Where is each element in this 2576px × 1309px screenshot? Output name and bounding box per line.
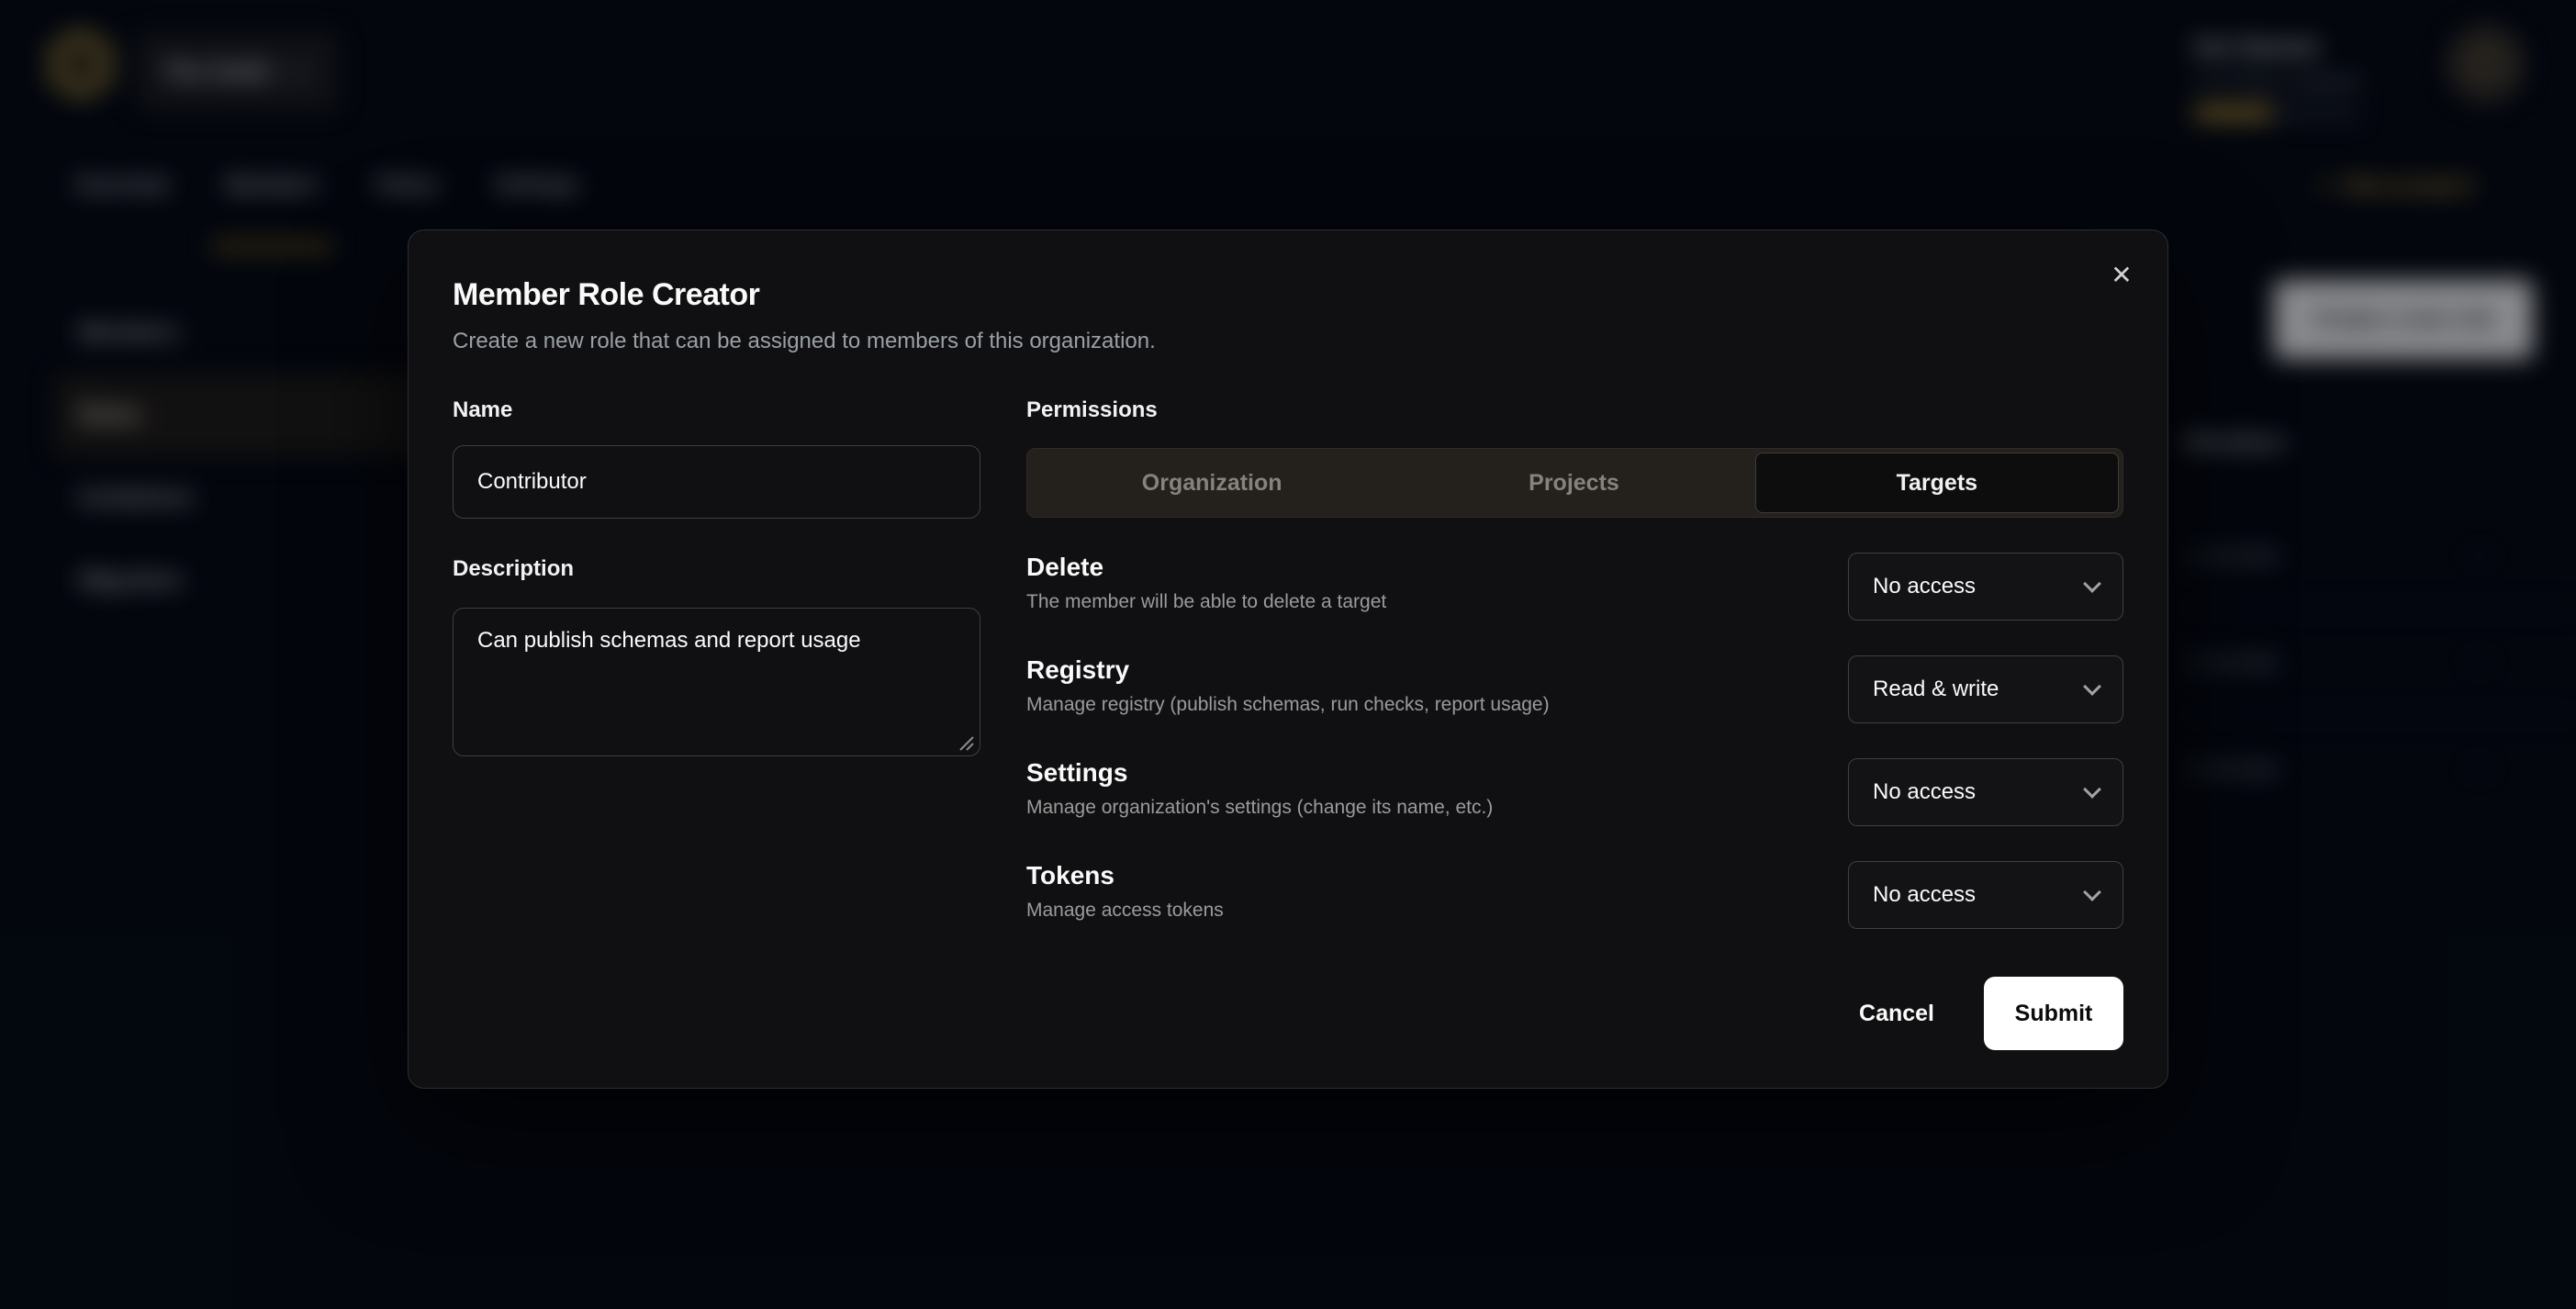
select-value: No access [1873,779,1976,805]
select-value: Read & write [1873,677,1999,702]
chevron-down-icon [2083,780,2101,799]
delete-access-select[interactable]: No access [1848,553,2123,621]
description-textarea[interactable]: Can publish schemas and report usage [453,608,980,756]
permissions-tabs: Organization Projects Targets [1026,448,2123,518]
permission-description: Manage registry (publish schemas, run ch… [1026,694,1550,716]
select-value: No access [1873,882,1976,908]
permission-row-delete: Delete The member will be able to delete… [1026,553,2123,621]
permission-row-settings: Settings Manage organization's settings … [1026,758,2123,826]
name-input[interactable] [453,445,980,519]
tokens-access-select[interactable]: No access [1848,861,2123,929]
modal-subtitle: Create a new role that can be assigned t… [453,328,2123,355]
registry-access-select[interactable]: Read & write [1848,655,2123,723]
description-label: Description [453,556,980,582]
chevron-down-icon [2083,883,2101,901]
submit-button[interactable]: Submit [1984,977,2123,1050]
permission-title: Registry [1026,655,1550,685]
permission-description: The member will be able to delete a targ… [1026,591,1386,613]
permission-description: Manage organization's settings (change i… [1026,797,1493,819]
permission-row-tokens: Tokens Manage access tokens No access [1026,861,2123,929]
permissions-label: Permissions [1026,397,2123,423]
permission-row-registry: Registry Manage registry (publish schema… [1026,655,2123,723]
name-label: Name [453,397,980,423]
cancel-button[interactable]: Cancel [1854,991,1940,1036]
close-icon[interactable]: ✕ [2101,254,2142,295]
chevron-down-icon [2083,575,2101,593]
modal-title: Member Role Creator [453,276,2123,313]
permission-title: Tokens [1026,861,1224,890]
chevron-down-icon [2083,677,2101,696]
tab-organization[interactable]: Organization [1031,453,1393,513]
member-role-creator-modal: ✕ Member Role Creator Create a new role … [408,229,2168,1089]
permission-title: Delete [1026,553,1386,582]
select-value: No access [1873,574,1976,599]
permission-description: Manage access tokens [1026,900,1224,922]
tab-targets[interactable]: Targets [1755,453,2119,513]
tab-projects[interactable]: Projects [1393,453,1754,513]
settings-access-select[interactable]: No access [1848,758,2123,826]
permission-title: Settings [1026,758,1493,788]
